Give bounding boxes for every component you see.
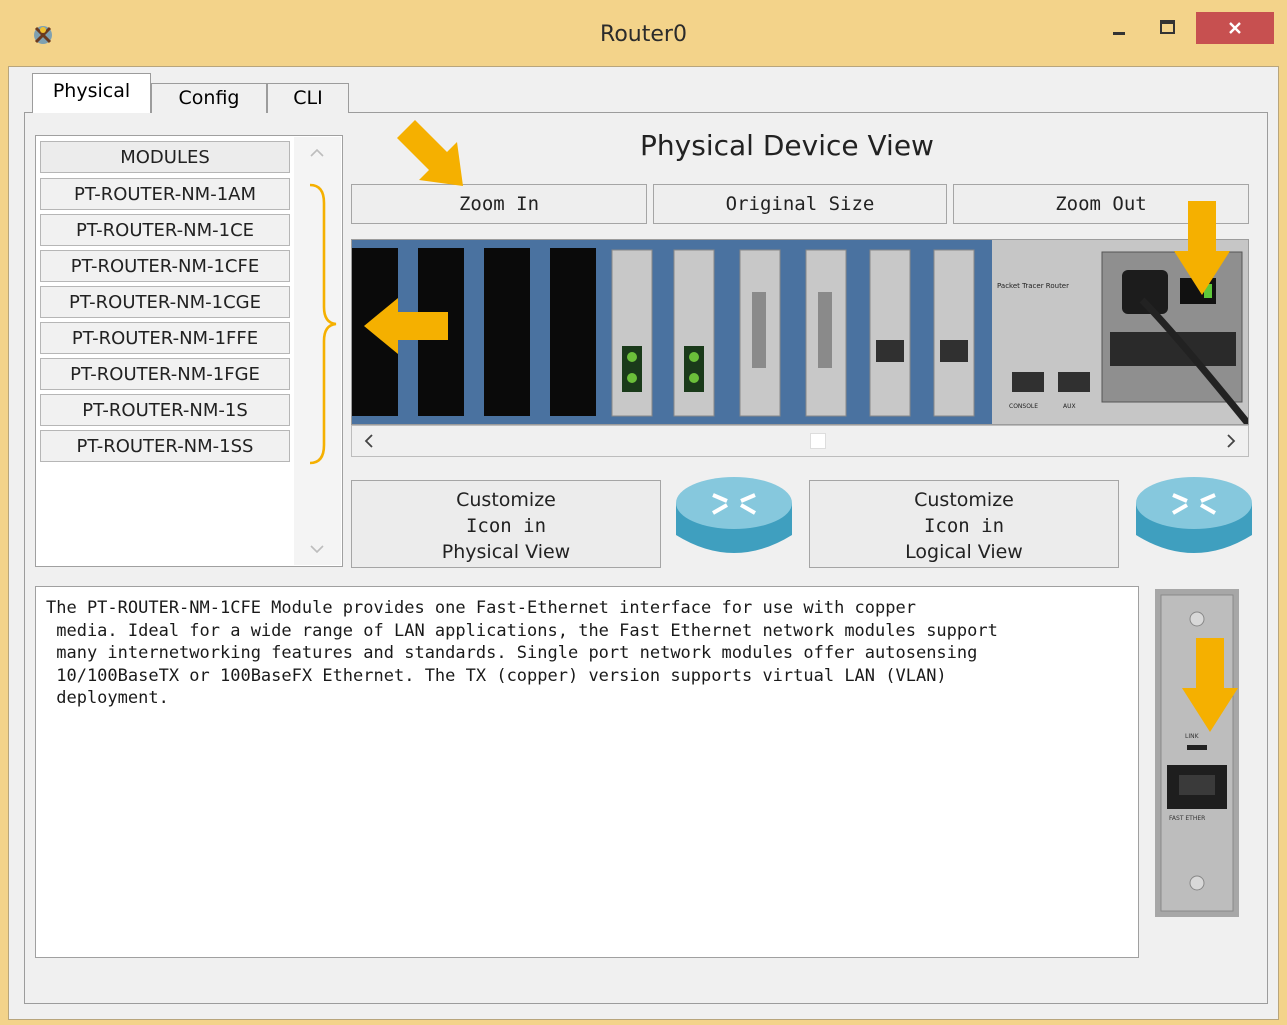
arrow-pointing-modules [364, 298, 448, 354]
router-physical-icon[interactable] [673, 473, 795, 561]
arrow-pointing-link-led [1182, 638, 1238, 732]
close-icon [1229, 22, 1241, 34]
module-item-nm-1ss[interactable]: PT-ROUTER-NM-1SS [40, 430, 290, 462]
module-item-nm-1cge[interactable]: PT-ROUTER-NM-1CGE [40, 286, 290, 318]
module-item-nm-1fge[interactable]: PT-ROUTER-NM-1FGE [40, 358, 290, 390]
minimize-icon[interactable] [1098, 12, 1142, 44]
description-line: many internetworking features and standa… [46, 643, 978, 663]
customize-logical-line-1: Customize [914, 489, 1014, 511]
router-chassis-graphic [352, 240, 1248, 424]
maximize-icon[interactable] [1146, 12, 1190, 44]
modules-header[interactable]: MODULES [40, 141, 290, 173]
module-item-nm-1s[interactable]: PT-ROUTER-NM-1S [40, 394, 290, 426]
port-label: FAST ETHER [1169, 815, 1206, 822]
scroll-down-icon[interactable] [294, 535, 341, 565]
customize-logical-line-3: Logical View [905, 541, 1023, 563]
customize-logical-icon-button[interactable]: Customize Icon in Logical View [809, 480, 1119, 568]
modules-list: MODULES PT-ROUTER-NM-1AM PT-ROUTER-NM-1C… [35, 135, 343, 567]
router-chassis-view[interactable] [351, 239, 1249, 425]
description-line: The PT-ROUTER-NM-1CFE Module provides on… [46, 598, 916, 618]
router-window: Router0 Physical Config CLI MODULES PT-R… [0, 0, 1287, 1025]
customize-physical-line-3: Physical View [441, 541, 571, 563]
scroll-left-icon[interactable] [352, 426, 386, 456]
console-port-label: CONSOLE [1009, 403, 1039, 410]
arrow-pointing-zoom-in [397, 120, 463, 186]
module-item-nm-1am[interactable]: PT-ROUTER-NM-1AM [40, 178, 290, 210]
tab-config[interactable]: Config [151, 83, 267, 113]
window-title: Router0 [600, 22, 687, 47]
module-bracket [309, 183, 337, 465]
description-line: media. Ideal for a wide range of LAN app… [46, 620, 998, 641]
module-item-nm-1ce[interactable]: PT-ROUTER-NM-1CE [40, 214, 290, 246]
window-client: Physical Config CLI MODULES PT-ROUTER-NM… [8, 66, 1279, 1020]
module-description: The PT-ROUTER-NM-1CFE Module provides on… [35, 586, 1139, 958]
router-logical-icon[interactable] [1133, 473, 1255, 561]
description-line: deployment. [46, 688, 169, 708]
tab-cli[interactable]: CLI [267, 83, 349, 113]
chassis-label: Packet Tracer Router [997, 282, 1069, 290]
close-button[interactable] [1196, 12, 1274, 44]
module-item-nm-1cfe[interactable]: PT-ROUTER-NM-1CFE [40, 250, 290, 282]
module-item-nm-1ffe[interactable]: PT-ROUTER-NM-1FFE [40, 322, 290, 354]
customize-physical-icon-button[interactable]: Customize Icon in Physical View [351, 480, 661, 568]
customize-physical-line-1: Customize [456, 489, 556, 511]
scroll-up-icon[interactable] [294, 137, 341, 167]
device-view-scrollbar[interactable] [351, 425, 1249, 457]
title-bar[interactable]: Router0 [0, 0, 1287, 66]
scroll-right-icon[interactable] [1214, 426, 1248, 456]
scroll-thumb[interactable] [810, 433, 826, 449]
customize-logical-line-2: Icon in [923, 515, 1005, 537]
customize-physical-line-2: Icon in [465, 515, 547, 537]
link-label: LINK [1185, 733, 1199, 740]
tab-physical[interactable]: Physical [32, 73, 151, 113]
arrow-pointing-power-switch [1174, 201, 1230, 295]
original-size-button[interactable]: Original Size [653, 184, 947, 224]
aux-port-label: AUX [1063, 403, 1076, 410]
description-line: 10/100BaseTX or 100BaseFX Ethernet. The … [46, 665, 947, 686]
